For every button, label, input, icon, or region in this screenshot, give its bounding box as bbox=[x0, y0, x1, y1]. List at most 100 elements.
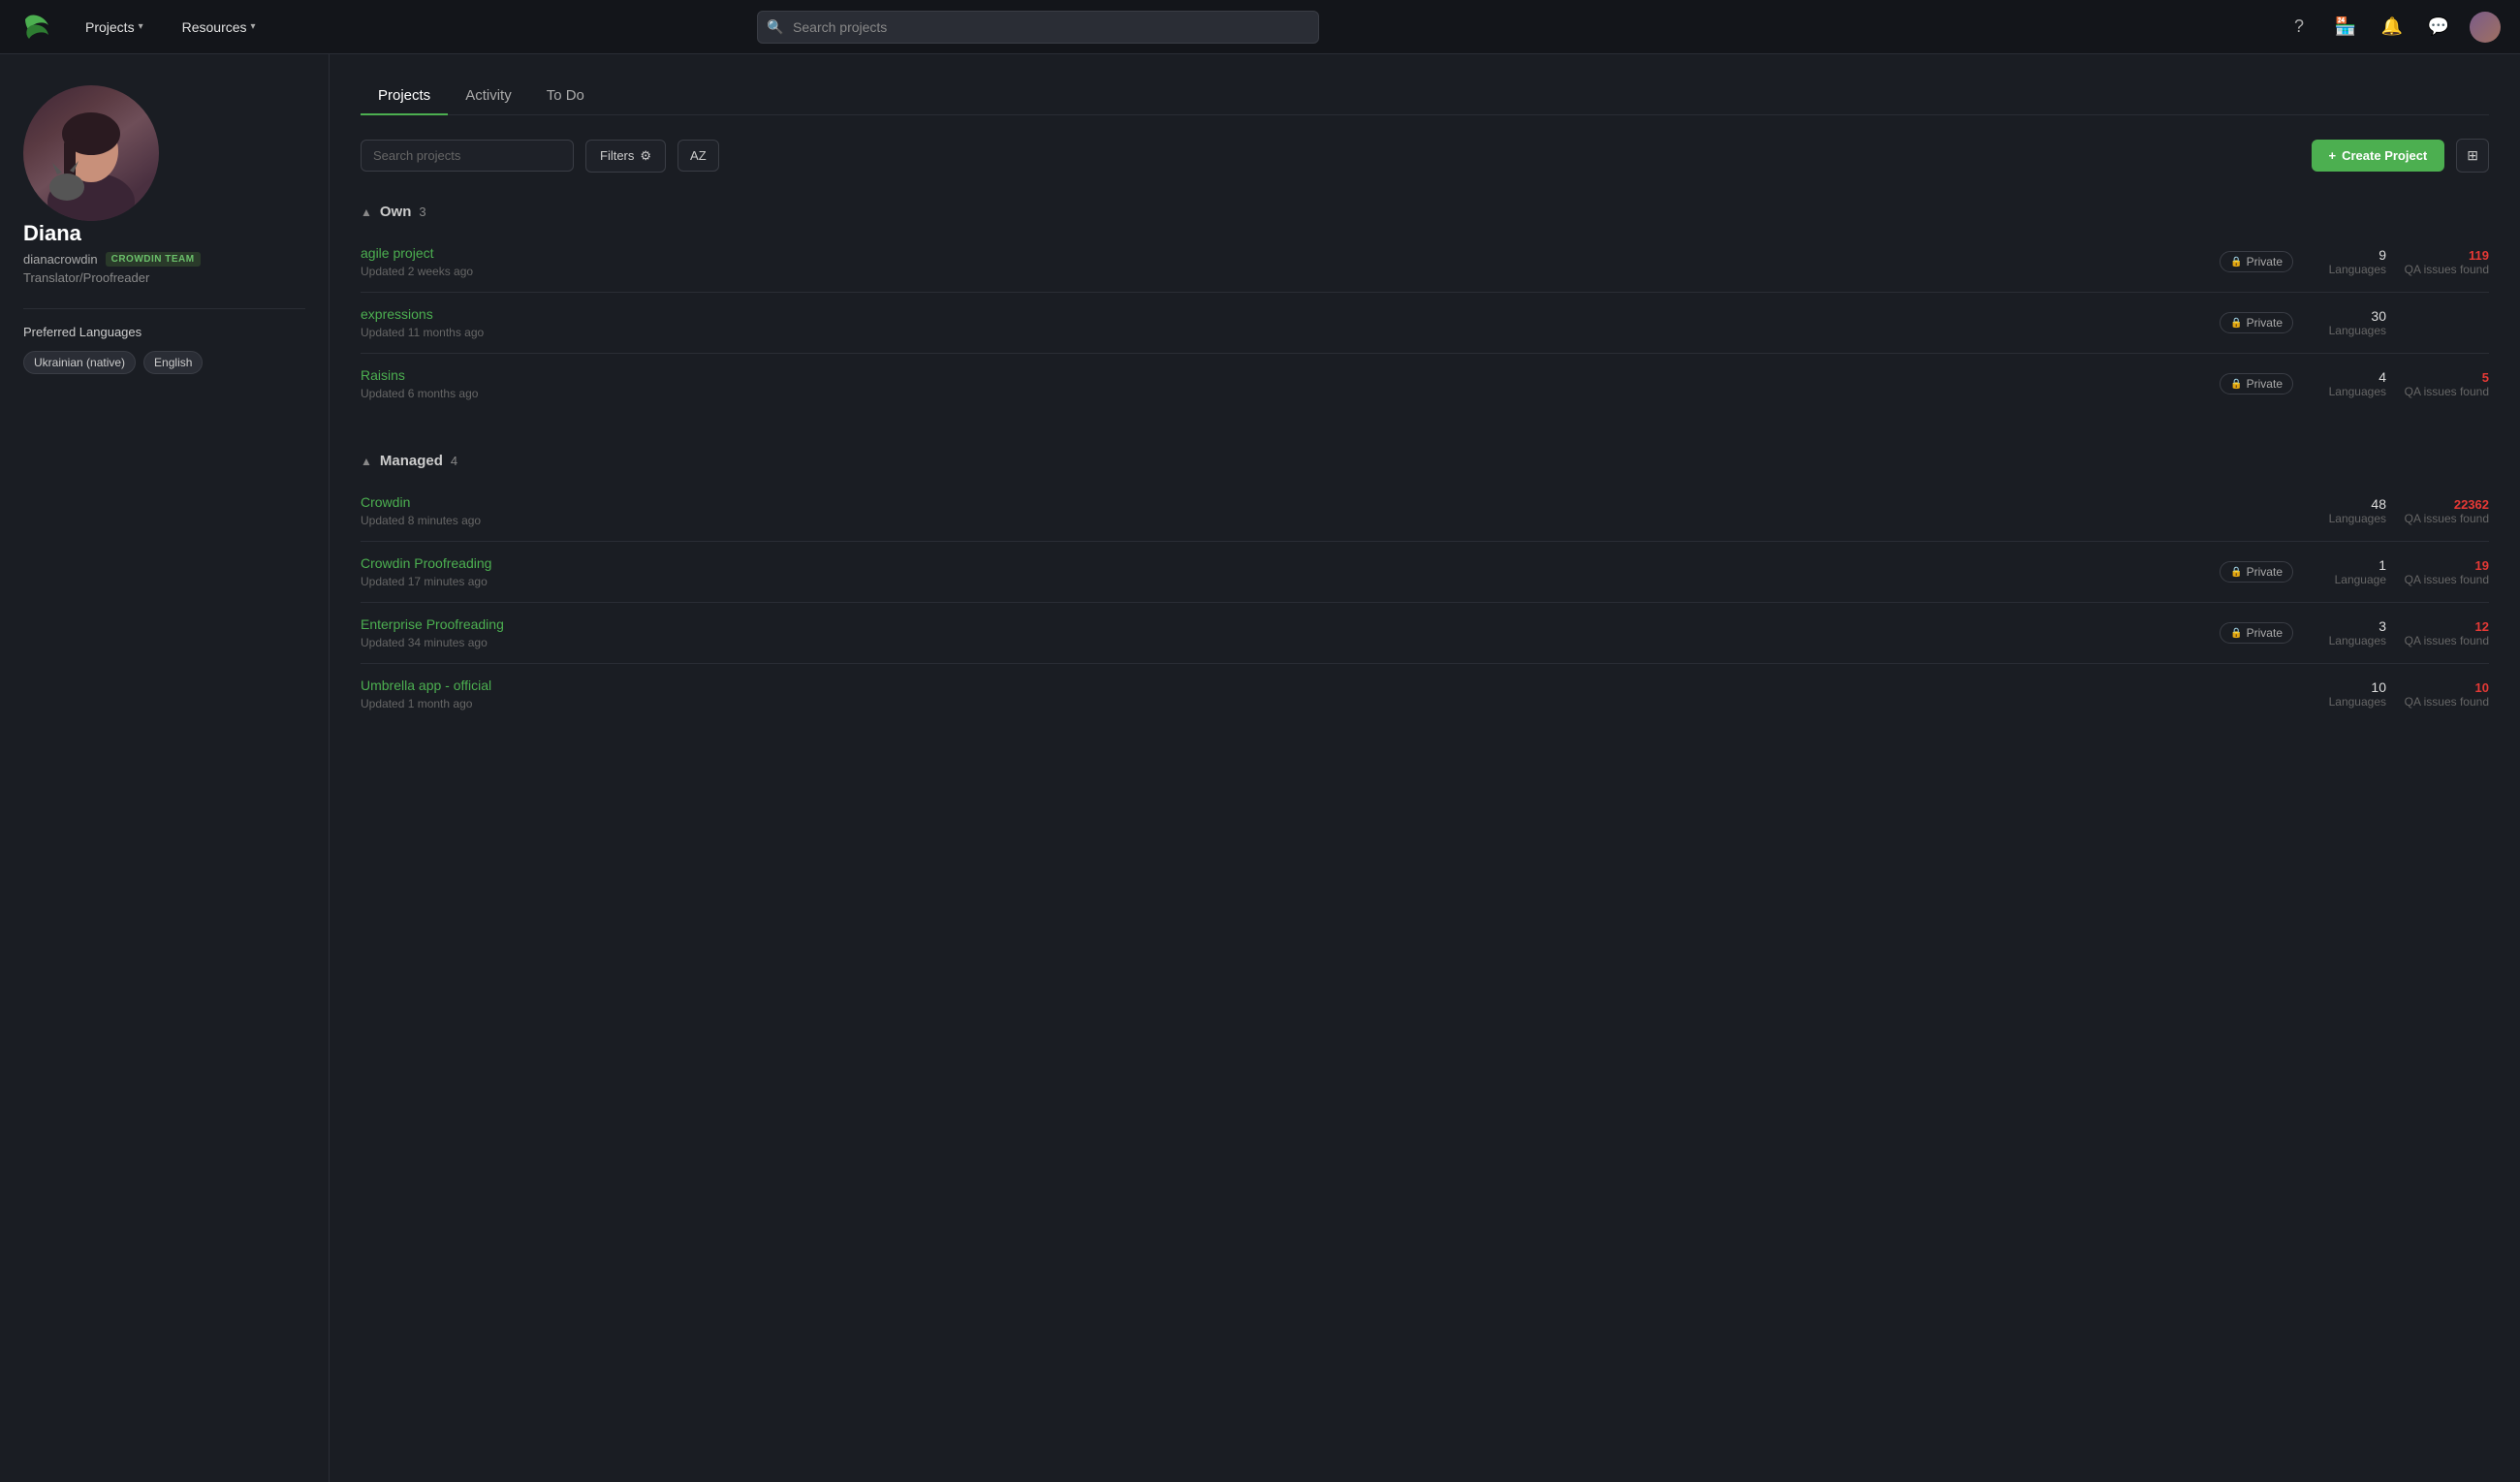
private-badge: 🔒 Private bbox=[2220, 373, 2293, 394]
lock-icon: 🔒 bbox=[2230, 379, 2242, 390]
table-row: expressions Updated 11 months ago 🔒 Priv… bbox=[361, 293, 2489, 354]
project-info: Raisins Updated 6 months ago bbox=[361, 367, 2204, 400]
language-count: 48 Languages bbox=[2309, 496, 2386, 525]
managed-section-count: 4 bbox=[451, 454, 457, 468]
table-row: Umbrella app - official Updated 1 month … bbox=[361, 664, 2489, 724]
language-tag-ukrainian: Ukrainian (native) bbox=[23, 351, 136, 374]
table-row: Crowdin Updated 8 minutes ago 48 Languag… bbox=[361, 481, 2489, 542]
store-icon[interactable]: 🏪 bbox=[2330, 12, 2361, 43]
private-badge: 🔒 Private bbox=[2220, 312, 2293, 333]
own-section-header: ▲ Own 3 bbox=[361, 196, 2489, 228]
az-sort-button[interactable]: AZ bbox=[677, 140, 719, 172]
profile-picture bbox=[23, 85, 159, 221]
lock-icon: 🔒 bbox=[2230, 567, 2242, 578]
grid-icon: ⊞ bbox=[2467, 147, 2478, 163]
language-tags: Ukrainian (native) English bbox=[23, 351, 305, 374]
search-input[interactable] bbox=[757, 11, 1319, 44]
project-info: Crowdin Proofreading Updated 17 minutes … bbox=[361, 555, 2204, 588]
main-content: Projects Activity To Do Filters ⚙ AZ + C… bbox=[330, 54, 2520, 1482]
project-name-raisins[interactable]: Raisins bbox=[361, 367, 405, 383]
search-projects-wrapper bbox=[361, 140, 574, 172]
filters-button[interactable]: Filters ⚙ bbox=[585, 140, 666, 173]
tabs: Projects Activity To Do bbox=[361, 78, 2489, 115]
private-badge: 🔒 Private bbox=[2220, 561, 2293, 583]
managed-section: ▲ Managed 4 Crowdin Updated 8 minutes ag… bbox=[361, 445, 2489, 724]
tab-activity[interactable]: Activity bbox=[448, 78, 529, 115]
language-count: 10 Languages bbox=[2309, 679, 2386, 709]
sidebar-divider bbox=[23, 308, 305, 309]
navbar-right: ? 🏪 🔔 💬 bbox=[2284, 12, 2501, 43]
sidebar: Diana dianacrowdin CROWDIN TEAM Translat… bbox=[0, 54, 330, 1482]
main-layout: Diana dianacrowdin CROWDIN TEAM Translat… bbox=[0, 54, 2520, 1482]
navbar: Projects ▾ Resources ▾ 🔍 ? 🏪 🔔 💬 bbox=[0, 0, 2520, 54]
filter-icon: ⚙ bbox=[640, 148, 651, 164]
qa-badge: 119 QA issues found bbox=[2402, 248, 2489, 276]
projects-chevron-icon: ▾ bbox=[139, 21, 143, 32]
table-row: Crowdin Proofreading Updated 17 minutes … bbox=[361, 542, 2489, 603]
language-count: 3 Languages bbox=[2309, 618, 2386, 647]
own-section-count: 3 bbox=[419, 205, 425, 219]
logo[interactable] bbox=[19, 10, 54, 45]
projects-nav-item[interactable]: Projects ▾ bbox=[78, 16, 151, 39]
notifications-icon[interactable]: 🔔 bbox=[2377, 12, 2408, 43]
qa-badge: 5 QA issues found bbox=[2402, 370, 2489, 398]
project-update-crowdin: Updated 8 minutes ago bbox=[361, 514, 2293, 527]
messages-icon[interactable]: 💬 bbox=[2423, 12, 2454, 43]
own-collapse-icon[interactable]: ▲ bbox=[361, 205, 372, 219]
profile-username-row: dianacrowdin CROWDIN TEAM bbox=[23, 252, 305, 267]
language-count: 4 Languages bbox=[2309, 369, 2386, 398]
project-name-enterprise-proofreading[interactable]: Enterprise Proofreading bbox=[361, 616, 504, 632]
qa-badge: 19 QA issues found bbox=[2402, 558, 2489, 586]
qa-badge: 12 QA issues found bbox=[2402, 619, 2489, 647]
private-badge: 🔒 Private bbox=[2220, 622, 2293, 644]
grid-view-button[interactable]: ⊞ bbox=[2456, 139, 2489, 173]
project-name-umbrella[interactable]: Umbrella app - official bbox=[361, 678, 491, 693]
project-update-enterprise-proofreading: Updated 34 minutes ago bbox=[361, 636, 2204, 649]
language-tag-english: English bbox=[143, 351, 203, 374]
profile-username: dianacrowdin bbox=[23, 252, 98, 267]
project-info: agile project Updated 2 weeks ago bbox=[361, 245, 2204, 278]
managed-section-title: Managed bbox=[380, 453, 443, 469]
profile-role: Translator/Proofreader bbox=[23, 270, 305, 285]
own-project-list: agile project Updated 2 weeks ago 🔒 Priv… bbox=[361, 232, 2489, 414]
language-count: 1 Language bbox=[2309, 557, 2386, 586]
project-info: expressions Updated 11 months ago bbox=[361, 306, 2204, 339]
create-project-button[interactable]: + Create Project bbox=[2312, 140, 2445, 172]
private-badge: 🔒 Private bbox=[2220, 251, 2293, 272]
project-update-raisins: Updated 6 months ago bbox=[361, 387, 2204, 400]
project-info: Umbrella app - official Updated 1 month … bbox=[361, 678, 2293, 710]
table-row: Enterprise Proofreading Updated 34 minut… bbox=[361, 603, 2489, 664]
table-row: Raisins Updated 6 months ago 🔒 Private 4… bbox=[361, 354, 2489, 414]
resources-nav-item[interactable]: Resources ▾ bbox=[174, 16, 264, 39]
managed-section-header: ▲ Managed 4 bbox=[361, 445, 2489, 477]
toolbar: Filters ⚙ AZ + Create Project ⊞ bbox=[361, 139, 2489, 173]
resources-chevron-icon: ▾ bbox=[251, 21, 256, 32]
project-name-crowdin-proofreading[interactable]: Crowdin Proofreading bbox=[361, 555, 491, 571]
project-update-expressions: Updated 11 months ago bbox=[361, 326, 2204, 339]
search-icon: 🔍 bbox=[767, 18, 783, 35]
help-icon[interactable]: ? bbox=[2284, 12, 2315, 43]
qa-badge: 22362 QA issues found bbox=[2402, 497, 2489, 525]
project-name-crowdin[interactable]: Crowdin bbox=[361, 494, 410, 510]
table-row: agile project Updated 2 weeks ago 🔒 Priv… bbox=[361, 232, 2489, 293]
project-update-agile: Updated 2 weeks ago bbox=[361, 265, 2204, 278]
lock-icon: 🔒 bbox=[2230, 628, 2242, 639]
tab-projects[interactable]: Projects bbox=[361, 78, 448, 115]
profile-name: Diana bbox=[23, 221, 305, 246]
preferred-languages-label: Preferred Languages bbox=[23, 325, 305, 339]
user-avatar[interactable] bbox=[2470, 12, 2501, 43]
global-search: 🔍 bbox=[757, 11, 1319, 44]
project-update-crowdin-proofreading: Updated 17 minutes ago bbox=[361, 575, 2204, 588]
language-count: 9 Languages bbox=[2309, 247, 2386, 276]
tab-todo[interactable]: To Do bbox=[529, 78, 602, 115]
own-section-title: Own bbox=[380, 204, 412, 220]
managed-project-list: Crowdin Updated 8 minutes ago 48 Languag… bbox=[361, 481, 2489, 724]
qa-badge: 10 QA issues found bbox=[2402, 680, 2489, 709]
managed-collapse-icon[interactable]: ▲ bbox=[361, 455, 372, 468]
search-projects-input[interactable] bbox=[361, 140, 574, 172]
language-count: 30 Languages bbox=[2309, 308, 2386, 337]
project-name-agile[interactable]: agile project bbox=[361, 245, 434, 261]
project-info: Enterprise Proofreading Updated 34 minut… bbox=[361, 616, 2204, 649]
plus-icon: + bbox=[2329, 148, 2337, 163]
project-name-expressions[interactable]: expressions bbox=[361, 306, 433, 322]
